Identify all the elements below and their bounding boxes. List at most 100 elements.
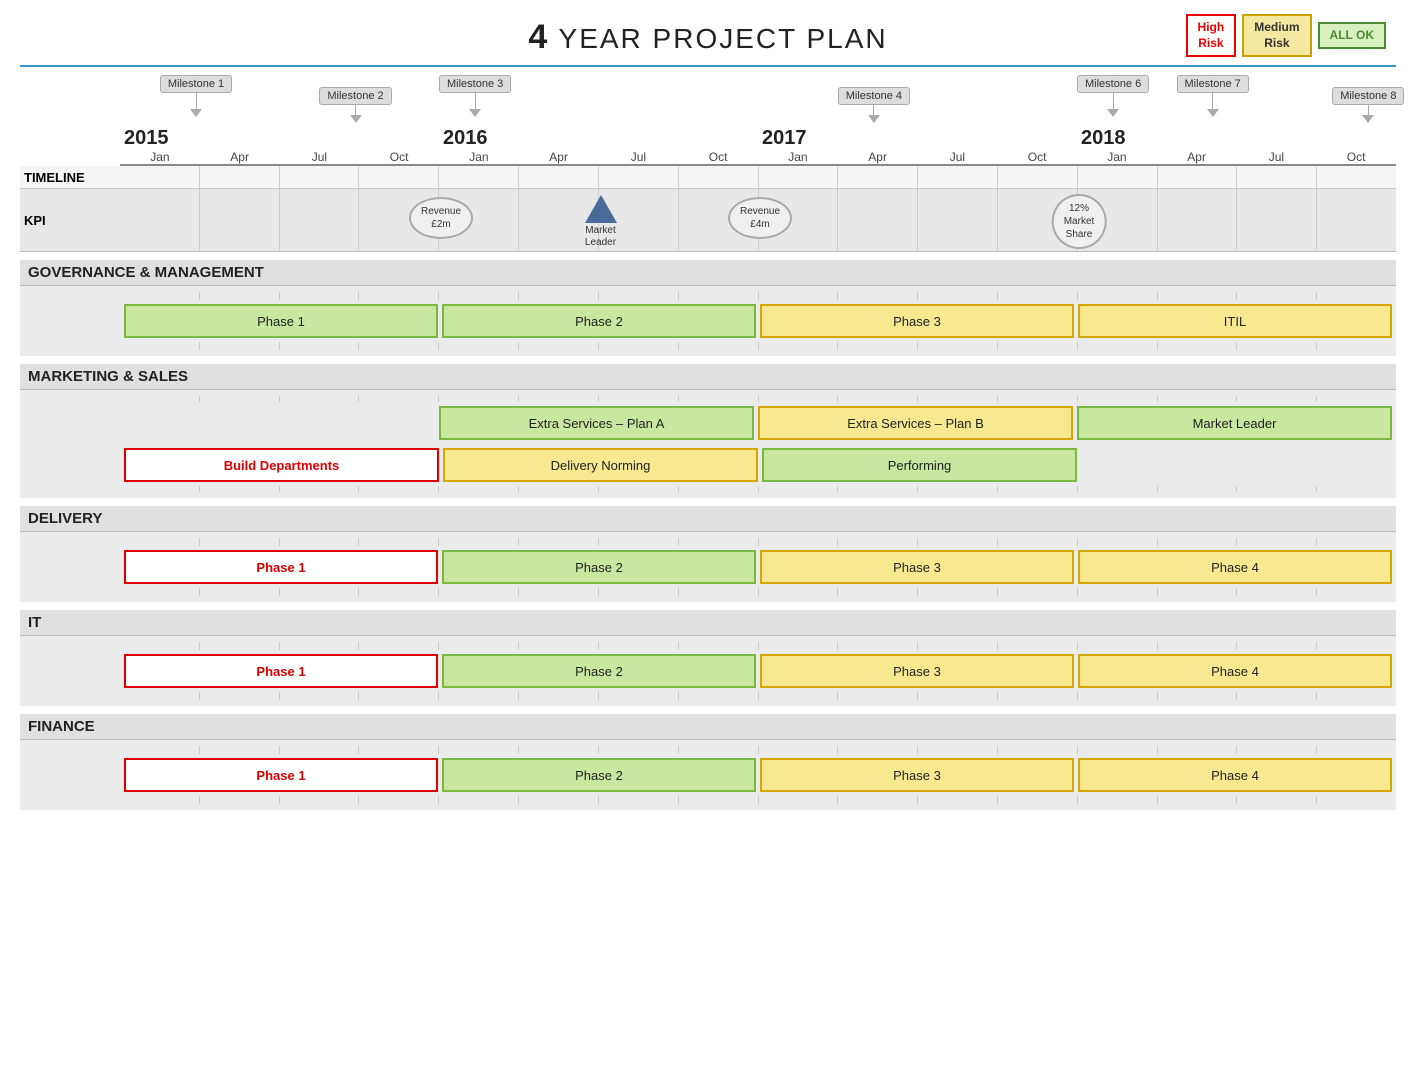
timeline-header: Milestone 1 Milestone 2 Milestone 3 <box>20 75 1396 166</box>
title-rest: YEAR PROJECT PLAN <box>559 23 888 54</box>
fin-phase2: Phase 2 <box>442 758 756 792</box>
governance-row-1: Phase 1 Phase 2 Phase 3 ITIL <box>20 300 1396 342</box>
mktg-extra-b: Extra Services – Plan B <box>758 406 1073 440</box>
del-phase4: Phase 4 <box>1078 550 1392 584</box>
it-row-1: Phase 1 Phase 2 Phase 3 Phase 4 <box>20 650 1396 692</box>
finance-section: FINANCE Phase 1 Phase <box>20 714 1396 810</box>
month-apr4: Apr <box>1157 150 1237 164</box>
milestone-4-label: Milestone 4 <box>838 87 910 105</box>
year-2018: 2018 <box>1077 127 1396 150</box>
it-content: Phase 1 Phase 2 Phase 3 Phase 4 <box>20 636 1396 706</box>
month-apr2: Apr <box>519 150 599 164</box>
marketing-section: MARKETING & SALES <box>20 364 1396 498</box>
kpi-revenue-2m: Revenue£2m <box>409 197 473 239</box>
header: 4 YEAR PROJECT PLAN HighRisk MediumRisk … <box>20 10 1396 61</box>
fin-phase4: Phase 4 <box>1078 758 1392 792</box>
finance-content: Phase 1 Phase 2 Phase 3 Phase 4 <box>20 740 1396 810</box>
year-2015: 2015 <box>120 127 439 150</box>
del-phase3: Phase 3 <box>760 550 1074 584</box>
month-apr1: Apr <box>200 150 280 164</box>
milestone-3: Milestone 3 <box>439 75 511 117</box>
month-jul2: Jul <box>599 150 679 164</box>
gov-itil: ITIL <box>1078 304 1392 338</box>
milestone-2-label: Milestone 2 <box>319 87 391 105</box>
timeline-section-label: TIMELINE <box>20 167 120 188</box>
governance-section: GOVERNANCE & MANAGEMENT <box>20 260 1396 356</box>
page: 4 YEAR PROJECT PLAN HighRisk MediumRisk … <box>0 0 1416 1080</box>
kpi-revenue-4m: Revenue£4m <box>728 197 792 239</box>
month-oct2: Oct <box>678 150 758 164</box>
kpi-market-share: 12%MarketShare <box>1052 194 1107 249</box>
month-jan4: Jan <box>1077 150 1157 164</box>
milestone-8-label: Milestone 8 <box>1332 87 1404 105</box>
month-oct4: Oct <box>1316 150 1396 164</box>
milestone-1-label: Milestone 1 <box>160 75 232 93</box>
finance-header: FINANCE <box>20 714 1396 740</box>
it-phase4: Phase 4 <box>1078 654 1392 688</box>
milestone-4: Milestone 4 <box>838 87 910 123</box>
year-2017: 2017 <box>758 127 1077 150</box>
delivery-content: Phase 1 Phase 2 Phase 3 Phase 4 <box>20 532 1396 602</box>
legend-high-risk: HighRisk <box>1186 14 1237 57</box>
legend: HighRisk MediumRisk ALL OK <box>1186 14 1386 57</box>
month-jul1: Jul <box>280 150 360 164</box>
delivery-row-1: Phase 1 Phase 2 Phase 3 Phase 4 <box>20 546 1396 588</box>
mktg-build-dept: Build Departments <box>124 448 439 482</box>
milestone-1: Milestone 1 <box>160 75 232 117</box>
delivery-header: DELIVERY <box>20 506 1396 532</box>
month-apr3: Apr <box>838 150 918 164</box>
finance-row-1: Phase 1 Phase 2 Phase 3 Phase 4 <box>20 754 1396 796</box>
month-jul4: Jul <box>1237 150 1317 164</box>
fin-phase1: Phase 1 <box>124 758 438 792</box>
milestone-7-label: Milestone 7 <box>1177 75 1249 93</box>
timeline-row: TIMELINE <box>20 166 1396 189</box>
milestone-6: Milestone 6 <box>1077 75 1149 117</box>
kpi-area: Revenue£2m MarketLeader Revenue£4m 12%Ma… <box>120 189 1396 251</box>
milestone-6-label: Milestone 6 <box>1077 75 1149 93</box>
month-oct3: Oct <box>997 150 1077 164</box>
title-bold: 4 <box>528 18 549 56</box>
milestone-8: Milestone 8 <box>1332 87 1404 123</box>
gov-phase2: Phase 2 <box>442 304 756 338</box>
fin-phase3: Phase 3 <box>760 758 1074 792</box>
governance-content: Phase 1 Phase 2 Phase 3 ITIL <box>20 286 1396 356</box>
month-jan1: Jan <box>120 150 200 164</box>
year-labels: 2015 2016 2017 2018 <box>120 127 1396 150</box>
gov-phase1: Phase 1 <box>124 304 438 338</box>
month-jan3: Jan <box>758 150 838 164</box>
timeline-cells <box>120 166 1396 188</box>
month-oct1: Oct <box>359 150 439 164</box>
del-phase1: Phase 1 <box>124 550 438 584</box>
kpi-market-leader: MarketLeader <box>585 195 617 249</box>
kpi-row: KPI Reve <box>20 189 1396 252</box>
delivery-section: DELIVERY Phase 1 Phas <box>20 506 1396 602</box>
legend-medium-risk: MediumRisk <box>1242 14 1311 57</box>
mktg-market-leader: Market Leader <box>1077 406 1392 440</box>
milestone-3-label: Milestone 3 <box>439 75 511 93</box>
marketing-row-2: Build Departments Delivery Norming Perfo… <box>20 444 1396 486</box>
it-phase3: Phase 3 <box>760 654 1074 688</box>
legend-all-ok: ALL OK <box>1318 22 1386 50</box>
milestone-7: Milestone 7 <box>1177 75 1249 117</box>
it-header: IT <box>20 610 1396 636</box>
governance-header: GOVERNANCE & MANAGEMENT <box>20 260 1396 286</box>
year-2016: 2016 <box>439 127 758 150</box>
it-section: IT Phase 1 Phase 2 <box>20 610 1396 706</box>
page-title: 4 YEAR PROJECT PLAN <box>528 18 887 57</box>
marketing-content: Extra Services – Plan A Extra Services –… <box>20 390 1396 498</box>
it-phase1: Phase 1 <box>124 654 438 688</box>
mktg-delivery-norming: Delivery Norming <box>443 448 758 482</box>
gov-phase3: Phase 3 <box>760 304 1074 338</box>
month-jan2: Jan <box>439 150 519 164</box>
mktg-extra-a: Extra Services – Plan A <box>439 406 754 440</box>
month-jul3: Jul <box>918 150 998 164</box>
marketing-header: MARKETING & SALES <box>20 364 1396 390</box>
it-phase2: Phase 2 <box>442 654 756 688</box>
milestones-row1: Milestone 1 Milestone 2 Milestone 3 <box>120 75 1396 127</box>
kpi-label: KPI <box>20 210 120 231</box>
month-labels: Jan Apr Jul Oct Jan Apr Jul Oct Jan Apr … <box>120 150 1396 166</box>
del-phase2: Phase 2 <box>442 550 756 584</box>
marketing-row-1: Extra Services – Plan A Extra Services –… <box>20 402 1396 444</box>
mktg-performing: Performing <box>762 448 1077 482</box>
header-divider <box>20 65 1396 67</box>
